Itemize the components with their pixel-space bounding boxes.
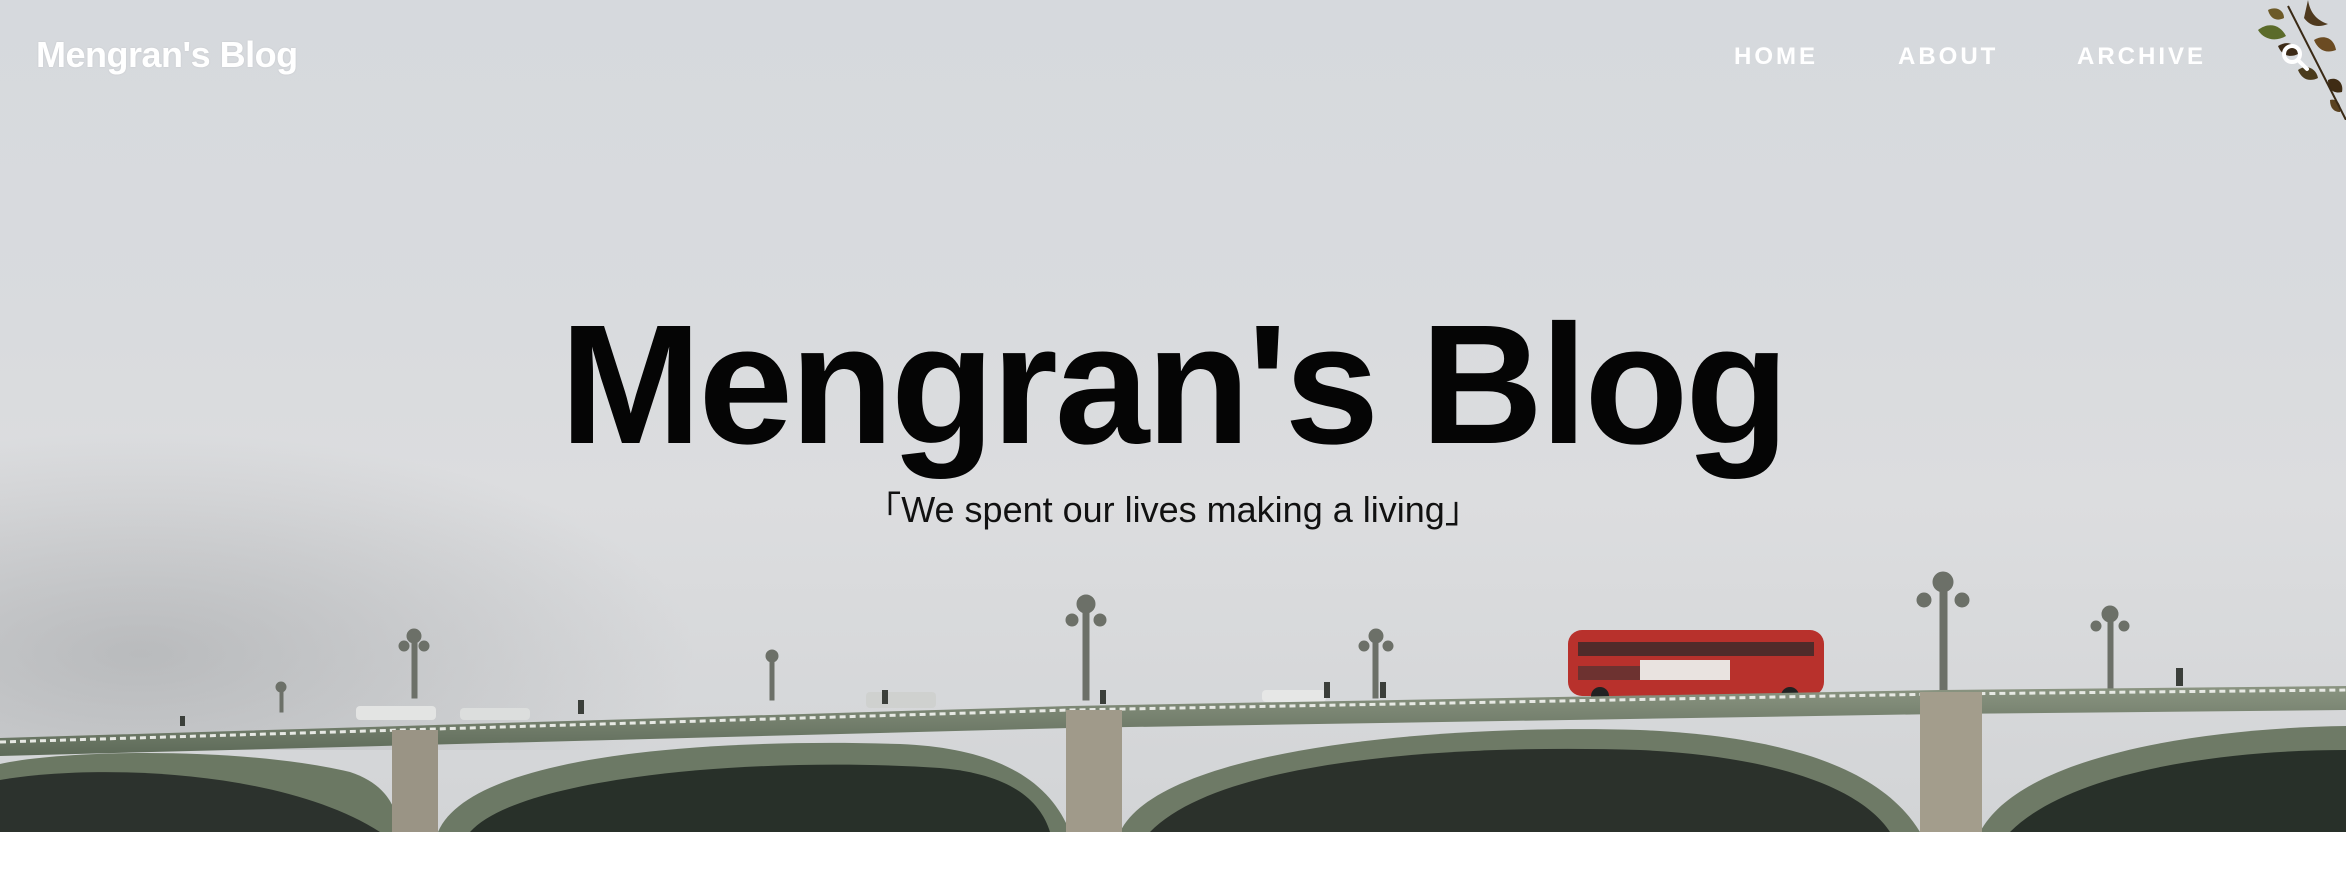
site-brand-link[interactable]: Mengran's Blog bbox=[36, 34, 298, 76]
nav-about-link[interactable]: ABOUT bbox=[1898, 43, 1998, 71]
hero-header: Mengran's Blog HOME ABOUT ARCHIVE Mengra… bbox=[0, 0, 2346, 832]
hero-subtitle: 「We spent our lives making a living」 bbox=[865, 489, 1481, 530]
top-navbar: Mengran's Blog HOME ABOUT ARCHIVE bbox=[0, 0, 2346, 116]
westminster-bridge-image bbox=[0, 571, 2346, 832]
hero-title: Mengran's Blog bbox=[559, 290, 1789, 480]
search-button[interactable] bbox=[2280, 42, 2310, 72]
nav-home-link[interactable]: HOME bbox=[1734, 43, 1818, 71]
search-icon bbox=[2282, 44, 2309, 71]
nav-archive-link[interactable]: ARCHIVE bbox=[2077, 43, 2206, 71]
